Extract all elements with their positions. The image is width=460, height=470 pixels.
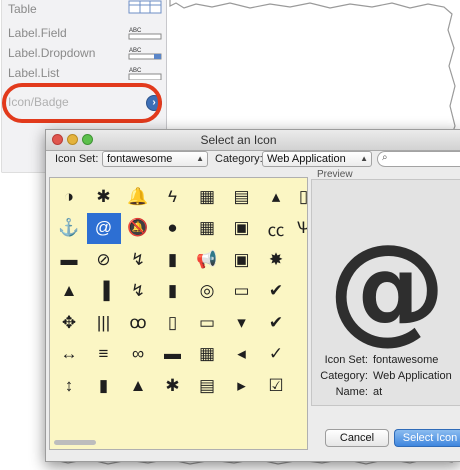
bookmark-o-icon[interactable]: ▯ bbox=[156, 307, 190, 338]
updown-arrows-icon: ▲ bbox=[360, 154, 368, 163]
preview-name-value: at bbox=[373, 386, 383, 398]
preview-category-key: Category: bbox=[320, 370, 368, 382]
caret-square-down-icon[interactable]: ▾ bbox=[225, 307, 259, 338]
label-list-thumb-icon: ABC bbox=[128, 68, 162, 80]
cart-icon[interactable]: ▯ bbox=[294, 181, 307, 212]
dialog-title: Select an Icon bbox=[200, 133, 277, 147]
preview-name-key: Name: bbox=[335, 386, 368, 398]
bars-icon[interactable]: ≡ bbox=[87, 339, 121, 370]
bolt-icon[interactable]: ϟ bbox=[156, 181, 190, 212]
asterisk-icon[interactable]: ✱ bbox=[87, 181, 121, 212]
calculator-icon[interactable]: ▦ bbox=[190, 339, 224, 370]
search-input[interactable]: ⌕ bbox=[377, 151, 460, 167]
horizontal-scrollbar[interactable] bbox=[54, 440, 96, 445]
at-icon: @ bbox=[328, 218, 446, 356]
thumb-text: ABC bbox=[129, 48, 142, 54]
area-chart-icon[interactable]: ▲ bbox=[52, 276, 86, 307]
cancel-button[interactable]: Cancel bbox=[325, 429, 389, 447]
anchor-icon[interactable]: ⚓ bbox=[52, 213, 86, 244]
icon-grid[interactable]: ◑✱🔔ϟ▦▤▴▯⚓@🔕●▦▣㏄Ѱ▬⊘↯▮📢▣✸▲▐↯▮◎▭✔✥|||ꝏ▯▭▾✔↔… bbox=[49, 177, 308, 450]
caret-square-left-icon[interactable]: ◂ bbox=[225, 339, 259, 370]
preview-iconset-key: Icon Set: bbox=[324, 354, 368, 366]
beer-icon[interactable]: ▮ bbox=[87, 370, 121, 401]
category-value: Web Application bbox=[267, 153, 346, 165]
calendar-icon[interactable]: ▤ bbox=[225, 181, 259, 212]
adjust-icon[interactable]: ◑ bbox=[52, 181, 86, 212]
category-label: Category: bbox=[215, 153, 263, 165]
bus-icon[interactable]: ▭ bbox=[190, 307, 224, 338]
bar-chart-icon[interactable]: ▐ bbox=[87, 276, 121, 307]
bell-o-icon[interactable]: 🔕 bbox=[121, 213, 155, 244]
palette-item-table[interactable]: Table bbox=[8, 0, 37, 18]
label-dropdown-thumb-icon: ABC bbox=[128, 48, 162, 60]
at-icon[interactable]: @ bbox=[86, 212, 121, 244]
search-icon: ⌕ bbox=[382, 152, 388, 163]
arrows-v-icon[interactable]: ↕ bbox=[52, 370, 86, 401]
palette-item-label-field[interactable]: Label.Field bbox=[8, 24, 67, 42]
barcode-icon[interactable]: ||| bbox=[87, 307, 121, 338]
thumb-text: ABC bbox=[129, 68, 142, 74]
bullseye-icon[interactable]: ◎ bbox=[190, 276, 224, 307]
palette-item-label: Label.Field bbox=[8, 26, 67, 40]
archive-icon[interactable]: ▬ bbox=[52, 244, 86, 275]
bell-icon[interactable]: 🔔 bbox=[121, 181, 155, 212]
check-circle-icon[interactable]: ✔ bbox=[259, 307, 293, 338]
arrows-icon[interactable]: ✥ bbox=[52, 307, 86, 338]
label-field-thumb-icon: ABC bbox=[128, 28, 162, 40]
updown-arrows-icon: ▲ bbox=[196, 154, 204, 163]
check-square-icon[interactable]: ☑ bbox=[259, 370, 293, 401]
bell-slash-o-icon[interactable]: ↯ bbox=[121, 276, 155, 307]
cc-icon[interactable]: ㏄ bbox=[259, 213, 293, 244]
ban-icon[interactable]: ⊘ bbox=[87, 244, 121, 275]
category-select[interactable]: Web Application ▲ bbox=[262, 151, 372, 167]
check-circle-o-icon[interactable]: ✓ bbox=[259, 339, 293, 370]
bullhorn-icon[interactable]: 📢 bbox=[190, 244, 224, 275]
palette-item-label-dropdown[interactable]: Label.Dropdown bbox=[8, 44, 95, 62]
icon-set-select[interactable]: fontawesome ▲ bbox=[102, 151, 208, 167]
cutlery-icon[interactable]: Ѱ bbox=[294, 213, 307, 244]
table-thumb-icon bbox=[128, 0, 162, 14]
arrows-h-icon[interactable]: ↔ bbox=[52, 339, 86, 370]
preview-iconset-value: fontawesome bbox=[373, 354, 439, 366]
bug-icon[interactable]: ✱ bbox=[156, 370, 190, 401]
bomb-icon[interactable]: ● bbox=[156, 213, 190, 244]
camera-icon[interactable]: ▣ bbox=[225, 213, 259, 244]
binoculars-icon[interactable]: ∞ bbox=[121, 339, 155, 370]
dialog-titlebar: Select an Icon bbox=[46, 130, 460, 151]
book-icon[interactable]: ▮ bbox=[156, 244, 190, 275]
building-o-icon[interactable]: ▦ bbox=[190, 213, 224, 244]
bookmark-icon[interactable]: ▮ bbox=[156, 276, 190, 307]
palette-item-label: Table bbox=[8, 2, 37, 16]
camera-retro-icon[interactable]: ▣ bbox=[225, 244, 259, 275]
building-icon[interactable]: ▦ bbox=[190, 181, 224, 212]
palette-item-label: Label.Dropdown bbox=[8, 46, 96, 60]
birthday-cake-icon[interactable]: ▲ bbox=[121, 370, 155, 401]
preview-category-value: Web Application bbox=[373, 370, 452, 382]
thumb-text: ABC bbox=[129, 28, 142, 34]
icon-set-value: fontawesome bbox=[107, 153, 173, 165]
palette-item-label: Label.List bbox=[8, 66, 60, 80]
icon-set-label: Icon Set: bbox=[55, 153, 99, 165]
bicycle-icon[interactable]: ꝏ bbox=[121, 307, 155, 338]
preview-pane: @ Icon Set: fontawesome Category: Web Ap… bbox=[311, 179, 460, 406]
caret-square-up-icon[interactable]: ▴ bbox=[259, 181, 293, 212]
bell-slash-icon[interactable]: ↯ bbox=[121, 244, 155, 275]
car-icon[interactable]: ▭ bbox=[225, 276, 259, 307]
select-icon-button[interactable]: Select Icon bbox=[394, 429, 460, 447]
palette-item-label-list[interactable]: Label.List bbox=[8, 64, 59, 82]
select-icon-dialog: Select an Icon Icon Set: fontawesome ▲ C… bbox=[45, 129, 460, 462]
briefcase-icon[interactable]: ▬ bbox=[156, 339, 190, 370]
check-icon[interactable]: ✔ bbox=[259, 276, 293, 307]
calendar-grid-icon[interactable]: ▤ bbox=[190, 370, 224, 401]
caret-square-right-icon[interactable]: ▸ bbox=[225, 370, 259, 401]
certificate-icon[interactable]: ✸ bbox=[259, 244, 293, 275]
highlight-oval bbox=[2, 83, 162, 123]
